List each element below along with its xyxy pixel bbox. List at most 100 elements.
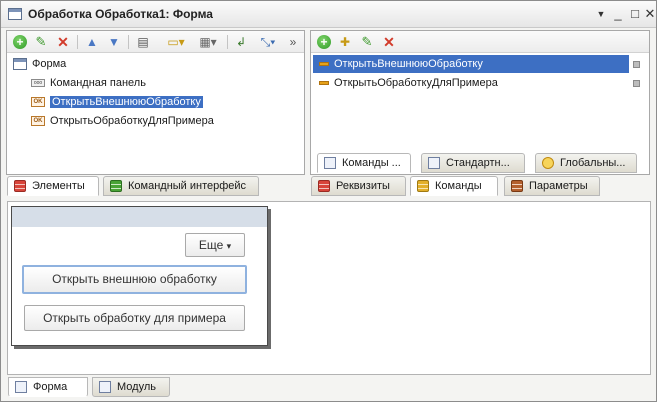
toolbar-separator <box>227 35 228 49</box>
form-window-icon <box>8 8 22 20</box>
more-button-label: Еще <box>198 238 224 252</box>
command-marker <box>633 61 640 68</box>
subtab-form-commands[interactable]: Команды ... <box>317 153 411 173</box>
title-bar: Обработка Обработка1: Форма ▼ _ □ ✕ <box>1 1 656 28</box>
window-title: Обработка Обработка1: Форма <box>28 7 213 21</box>
elements-panel: + ✎ ✕ ▲ ▼ ▤ ▭▾ ▦▾ ↲ ⤡▾ » Форма ooo Команд… <box>6 30 305 175</box>
delete-icon: ✕ <box>57 34 69 50</box>
tab-label: Команды ... <box>342 157 401 169</box>
link-icon: ↲ <box>235 35 247 49</box>
minimize-button[interactable]: _ <box>610 6 626 22</box>
move-up-button[interactable]: ▲ <box>84 34 100 50</box>
open-example-processing-button[interactable]: Открыть обработку для примера <box>24 305 245 331</box>
open-external-processing-button[interactable]: Открыть внешнюю обработку <box>22 265 247 294</box>
form-preview: Еще ▾ Открыть внешнюю обработку Открыть … <box>11 206 268 346</box>
tab-label: Элементы <box>32 180 85 192</box>
plus-icon: + <box>317 35 331 49</box>
tab-form[interactable]: Форма <box>8 377 88 397</box>
monitor-icon: ▭▾ <box>167 35 185 49</box>
pencil-icon: ✎ <box>35 34 47 49</box>
tree-item-label: ОткрытьОбработкуДляПримера <box>50 115 214 127</box>
layout-icon: ▦▾ <box>199 35 217 49</box>
tab-label: Модуль <box>117 381 156 393</box>
tab-module[interactable]: Модуль <box>92 377 170 397</box>
form-tab-icon <box>15 381 27 393</box>
tab-label: Командный интерфейс <box>128 180 247 192</box>
elements-icon <box>14 180 26 192</box>
display-button[interactable]: ▭▾ <box>163 34 189 50</box>
tab-label: Команды <box>435 180 482 192</box>
add-button[interactable]: + <box>12 34 28 50</box>
tab-command-interface[interactable]: Командный интерфейс <box>103 176 259 196</box>
tab-label: Глобальны... <box>560 157 626 169</box>
more-button[interactable]: Еще ▾ <box>185 233 245 257</box>
commands-icon <box>324 157 336 169</box>
command-icon <box>319 81 329 86</box>
add-action-button[interactable]: ✚ <box>337 34 353 50</box>
command-bar-icon: ooo <box>31 79 45 88</box>
module-icon <box>99 381 111 393</box>
tab-label: Параметры <box>529 180 588 192</box>
arrow-up-icon: ▲ <box>86 35 98 49</box>
maximize-button[interactable]: □ <box>627 6 643 22</box>
subtab-standard[interactable]: Стандартн... <box>421 153 525 173</box>
close-button[interactable]: ✕ <box>642 6 657 22</box>
edit-command-button[interactable]: ✎ <box>359 34 375 50</box>
commands-panel: + ✚ ✎ ✕ ОткрытьВнешнююОбработку ОткрытьО… <box>310 30 650 175</box>
chevron-down-icon: ▾ <box>226 241 232 251</box>
tab-parameters[interactable]: Параметры <box>504 176 600 196</box>
command-label: ОткрытьВнешнююОбработку <box>334 58 483 70</box>
add-action-icon: ✚ <box>339 35 351 49</box>
add-command-button[interactable]: + <box>316 34 332 50</box>
more-toolbar-button[interactable]: » <box>287 34 299 50</box>
command-icon <box>319 62 329 67</box>
parameters-icon <box>511 180 523 192</box>
arrow-down-icon: ▼ <box>108 35 120 49</box>
elements-toolbar: + ✎ ✕ ▲ ▼ ▤ ▭▾ ▦▾ ↲ ⤡▾ » <box>7 31 304 53</box>
edit-button[interactable]: ✎ <box>33 34 49 50</box>
commands-toolbar: + ✚ ✎ ✕ <box>311 31 649 53</box>
command-interface-icon <box>110 180 122 192</box>
tab-label: Форма <box>33 381 68 393</box>
tab-commands[interactable]: Команды <box>410 176 498 196</box>
tree-item-label: Форма <box>32 58 67 70</box>
window-menu-button[interactable]: ▼ <box>593 6 609 22</box>
ok-button-icon: OK <box>31 116 45 127</box>
standard-icon <box>428 157 440 169</box>
subtab-global[interactable]: Глобальны... <box>535 153 637 173</box>
designer-window: Обработка Обработка1: Форма ▼ _ □ ✕ + ✎ … <box>0 0 657 402</box>
resize-icon: ⤡▾ <box>260 35 276 49</box>
connect-button[interactable]: ↲ <box>233 34 249 50</box>
chevron-right-icon: » <box>289 35 297 49</box>
tab-label: Стандартн... <box>446 157 510 169</box>
tree-item-label: ОткрытьВнешнююОбработку <box>50 96 203 108</box>
tab-elements[interactable]: Элементы <box>7 176 99 196</box>
command-label: ОткрытьОбработкуДляПримера <box>334 77 498 89</box>
tab-label: Реквизиты <box>336 180 390 192</box>
delete-icon: ✕ <box>383 34 395 50</box>
resize-button[interactable]: ⤡▾ <box>255 34 281 50</box>
command-row-open-example[interactable]: ОткрытьОбработкуДляПримера <box>313 74 498 92</box>
tree-item-command-bar[interactable]: ooo Командная панель <box>31 74 146 92</box>
delete-command-button[interactable]: ✕ <box>381 34 397 50</box>
attributes-icon <box>318 180 330 192</box>
properties-button[interactable]: ▤ <box>135 34 151 50</box>
tree-item-open-external[interactable]: OK ОткрытьВнешнююОбработку <box>31 93 203 111</box>
ok-button-icon: OK <box>31 97 45 108</box>
command-marker <box>633 80 640 87</box>
clock-icon <box>542 157 554 169</box>
commands-tab-icon <box>417 180 429 192</box>
tree-item-open-example[interactable]: OK ОткрытьОбработкуДляПримера <box>31 112 214 130</box>
properties-icon: ▤ <box>137 35 149 49</box>
tab-attributes[interactable]: Реквизиты <box>311 176 406 196</box>
tree-item-form[interactable]: Форма <box>13 55 66 73</box>
plus-icon: + <box>13 35 27 49</box>
layout-button[interactable]: ▦▾ <box>195 34 221 50</box>
move-down-button[interactable]: ▼ <box>106 34 122 50</box>
command-row-open-external[interactable]: ОткрытьВнешнююОбработку <box>313 55 629 73</box>
form-icon <box>13 58 27 71</box>
toolbar-separator <box>128 35 129 49</box>
pencil-icon: ✎ <box>361 34 373 49</box>
toolbar-separator <box>77 35 78 49</box>
delete-button[interactable]: ✕ <box>55 34 71 50</box>
